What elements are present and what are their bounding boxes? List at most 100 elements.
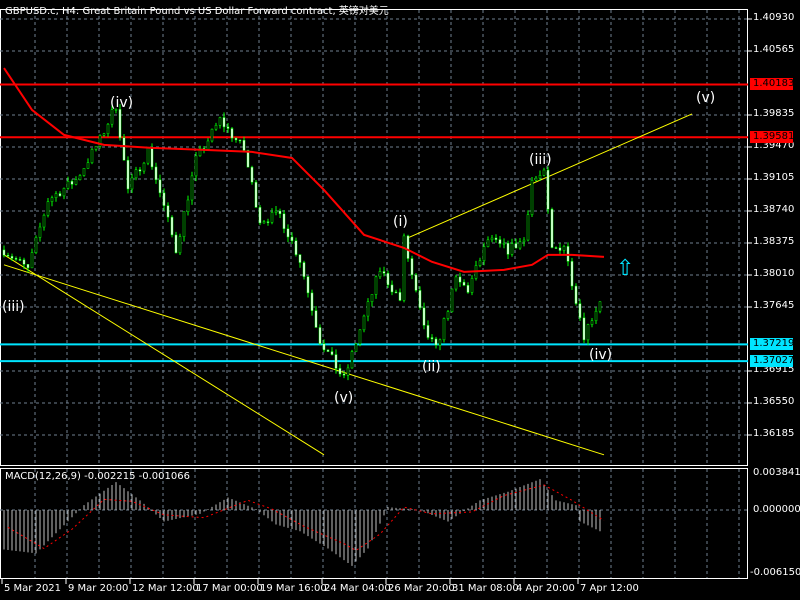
chart-canvas[interactable] — [0, 0, 800, 600]
price-axis-label: 1.39835 — [753, 108, 795, 119]
candle-body — [58, 193, 62, 197]
candle-body — [182, 211, 186, 237]
candle-body — [558, 247, 562, 251]
wave-label: (iii) — [2, 299, 25, 315]
wave-label: (ii) — [422, 359, 441, 375]
candle-body — [158, 179, 162, 194]
candle-body — [430, 337, 434, 340]
macd-axis-label: 0.003841 — [753, 467, 800, 478]
candle-body — [406, 235, 410, 259]
candle-body — [294, 240, 298, 255]
candle-body — [462, 281, 466, 286]
wave-label: (v) — [696, 90, 716, 106]
candle-body — [334, 354, 338, 369]
candle-body — [538, 175, 542, 179]
candle-body — [314, 310, 318, 328]
candle-body — [234, 137, 238, 141]
candle-body — [466, 285, 470, 293]
candle-body — [318, 327, 322, 345]
time-axis-label: 19 Mar 16:00 — [260, 583, 327, 594]
wave-label: (iv) — [110, 95, 134, 111]
time-axis-label: 17 Mar 00:00 — [196, 583, 263, 594]
candle-body — [586, 324, 590, 341]
time-axis-label: 26 Mar 20:00 — [388, 583, 455, 594]
candle-body — [470, 278, 474, 293]
candle-body — [458, 276, 462, 283]
candle-body — [550, 208, 554, 248]
candle-body — [302, 262, 306, 277]
candle-body — [386, 273, 390, 286]
candle-body — [226, 126, 230, 129]
candle-body — [142, 162, 146, 172]
candle-body — [50, 197, 54, 202]
candle-body — [402, 235, 406, 301]
candle-body — [74, 179, 78, 185]
candle-body — [490, 237, 494, 241]
candle-body — [442, 318, 446, 341]
candle-body — [434, 338, 438, 346]
candle-body — [522, 239, 526, 242]
wave-label: (v) — [334, 390, 354, 406]
candle-body — [174, 234, 178, 254]
candle-body — [342, 373, 346, 376]
candle-body — [554, 247, 558, 249]
candle-body — [530, 179, 534, 215]
up-arrow-icon: ⇧ — [616, 256, 635, 281]
candle-body — [534, 177, 538, 181]
wave-label: (i) — [393, 214, 408, 230]
macd-frame — [0, 468, 748, 579]
candle-body — [178, 236, 182, 254]
time-axis-label: 5 Mar 2021 — [4, 583, 62, 594]
candle-body — [230, 128, 234, 139]
candle-body — [366, 301, 370, 317]
candle-body — [42, 214, 46, 228]
candle-body — [78, 175, 82, 180]
candle-body — [450, 288, 454, 312]
candle-body — [106, 123, 110, 135]
time-axis-label: 31 Mar 08:00 — [452, 583, 519, 594]
price-axis-label: 1.36185 — [753, 428, 795, 439]
candle-body — [414, 274, 418, 291]
chart-title: GBPUSD.c, H4: Great Britain Pound vs US … — [5, 6, 389, 17]
candle-body — [102, 133, 106, 136]
price-axis-label: 1.38010 — [753, 268, 795, 279]
candle-body — [394, 291, 398, 294]
candle-body — [134, 169, 138, 179]
candle-body — [118, 109, 122, 138]
price-axis-label: 1.37645 — [753, 300, 795, 311]
moving-average-line — [3, 67, 605, 273]
candle-body — [362, 315, 366, 331]
candle-body — [346, 367, 350, 376]
candle-body — [598, 301, 602, 312]
candle-body — [82, 168, 86, 176]
candle-body — [338, 368, 342, 375]
candle-body — [562, 246, 566, 251]
candle-body — [126, 159, 130, 190]
candle-body — [258, 207, 262, 224]
candle-body — [30, 252, 34, 269]
candle-body — [34, 237, 38, 253]
candle-body — [14, 258, 18, 260]
candle-body — [286, 228, 290, 238]
candle-body — [486, 239, 490, 247]
candle-body — [454, 276, 458, 290]
candle-body — [138, 169, 142, 172]
candle-body — [278, 210, 282, 215]
candle-body — [354, 343, 358, 352]
price-level-tag: 1.40183 — [750, 78, 794, 91]
candle-body — [242, 139, 246, 151]
candle-body — [214, 125, 218, 130]
candle-body — [246, 150, 250, 168]
candle-body — [498, 239, 502, 244]
price-axis-label: 1.39105 — [753, 172, 795, 183]
candle-body — [422, 307, 426, 326]
candle-body — [274, 210, 278, 213]
candle-body — [574, 285, 578, 304]
candle-body — [130, 177, 134, 190]
candle-body — [374, 276, 378, 295]
candle-body — [10, 256, 14, 259]
candle-body — [218, 117, 222, 126]
candle-body — [190, 175, 194, 201]
macd-axis-label: 0.000000 — [753, 504, 800, 515]
candle-body — [122, 137, 126, 161]
